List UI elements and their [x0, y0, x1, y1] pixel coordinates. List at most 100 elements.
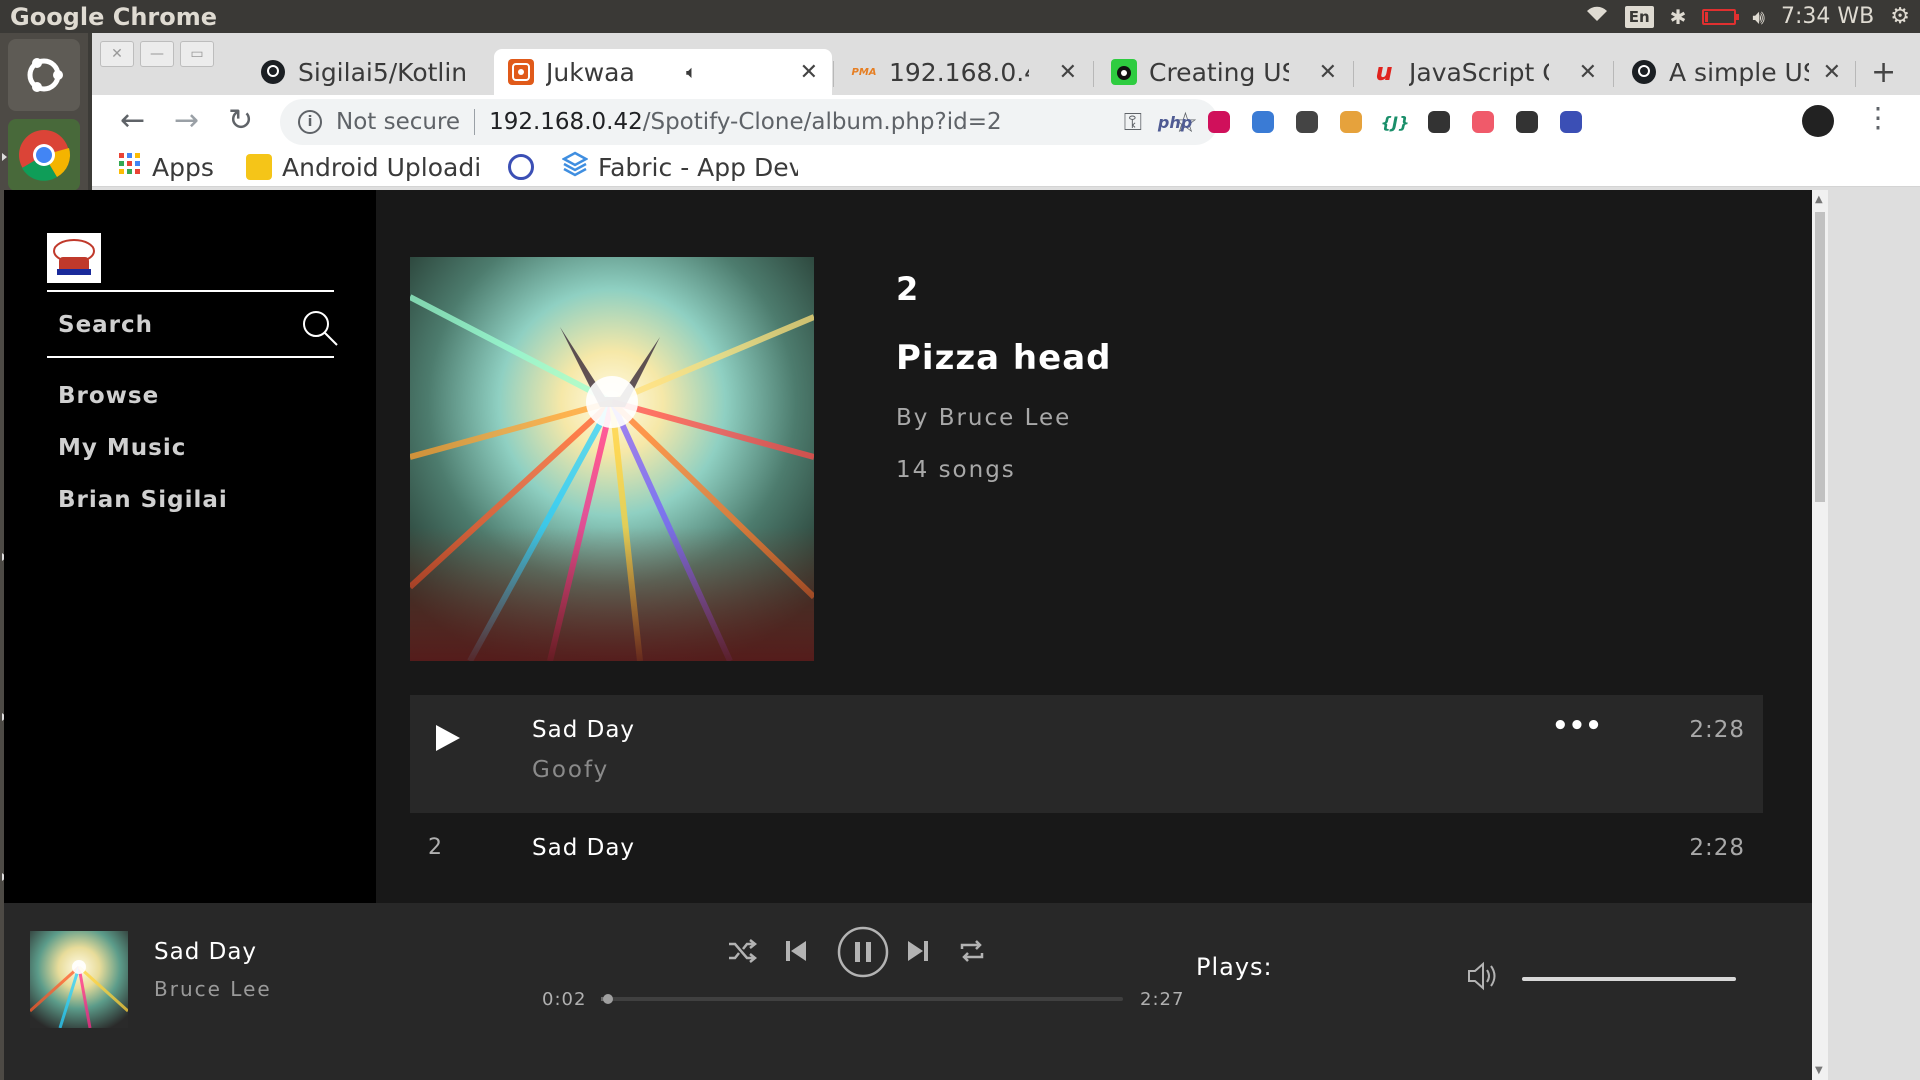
search-icon[interactable] — [300, 308, 340, 352]
scrollbar-thumb[interactable] — [1815, 212, 1825, 502]
shuffle-icon[interactable] — [726, 935, 758, 967]
audio-playing-icon[interactable]: 🔈︎ — [686, 62, 697, 83]
creating-icon — [1111, 59, 1137, 85]
settings-gear-icon[interactable]: ⚙ — [1890, 4, 1910, 29]
volume-icon[interactable] — [1466, 959, 1500, 997]
chrome-menu-icon[interactable]: ⋮ — [1864, 101, 1892, 134]
next-track-icon[interactable] — [904, 935, 932, 967]
window-maximize-button[interactable]: ▭ — [180, 41, 214, 67]
now-playing-title[interactable]: Sad Day — [154, 939, 257, 965]
search-link[interactable]: Search — [58, 312, 153, 338]
track-duration: 2:28 — [1689, 717, 1745, 743]
apps-bookmark[interactable]: Apps — [118, 151, 228, 183]
fabric-layers-icon — [562, 151, 589, 183]
close-icon[interactable]: ✕ — [1319, 60, 1337, 85]
album-title: Pizza head — [896, 338, 1112, 378]
scroll-down-icon[interactable]: ▼ — [1815, 1065, 1823, 1076]
profile-avatar[interactable] — [1802, 105, 1834, 137]
page-scrollbar[interactable]: ▲ ▼ — [1812, 190, 1828, 1080]
fabric-bookmark[interactable]: Fabric - App Dev — [562, 151, 798, 183]
php-extension-icon[interactable]: php — [1158, 107, 1192, 137]
tab-separator — [1855, 61, 1856, 87]
track-options-button[interactable]: ••• — [1552, 711, 1602, 741]
tab-separator — [1613, 61, 1614, 87]
clapper-extension-icon[interactable] — [1512, 107, 1542, 137]
close-icon[interactable]: ✕ — [1823, 60, 1841, 85]
robot-extension-icon[interactable] — [1556, 107, 1586, 137]
bookmark-label: Fabric - App Dev — [598, 152, 798, 182]
tab-title: 192.168.0.42 — [889, 57, 1029, 87]
window-close-button[interactable]: ✕ — [100, 41, 134, 67]
track-artist[interactable]: Goofy — [532, 757, 609, 783]
json-extension-icon[interactable]: {J} — [1380, 107, 1410, 137]
bluetooth-icon[interactable]: ✱ — [1670, 5, 1687, 29]
now-playing-artwork[interactable] — [30, 931, 128, 1028]
wifi-icon[interactable] — [1585, 4, 1609, 29]
scroll-up-icon[interactable]: ▲ — [1815, 194, 1823, 205]
nav-browse[interactable]: Browse — [58, 383, 159, 409]
address-bar[interactable]: i Not secure 192.168.0.42/Spotify-Clone/… — [280, 99, 1218, 145]
previous-track-icon[interactable] — [782, 935, 810, 967]
key-icon[interactable]: ⚿ — [1124, 108, 1142, 136]
android-upload-bookmark[interactable]: Android Uploadi — [246, 151, 482, 183]
volume-slider[interactable] — [1522, 977, 1736, 981]
play-track-icon[interactable] — [432, 723, 462, 757]
now-playing-artist[interactable]: Bruce Lee — [154, 977, 272, 1001]
jukwaa-logo[interactable] — [47, 233, 101, 283]
forward-icon[interactable]: → — [174, 103, 199, 138]
crop-extension-icon[interactable] — [1292, 107, 1322, 137]
window-minimize-button[interactable]: — — [140, 41, 174, 67]
reload-icon[interactable]: ↻ — [228, 103, 253, 138]
nav-user-profile[interactable]: Brian Sigilai — [58, 487, 228, 513]
close-icon[interactable]: ✕ — [1579, 60, 1597, 85]
tab-simple-uss[interactable]: A simple USS ✕ — [1617, 49, 1855, 95]
omnibox-separator — [474, 109, 476, 135]
image-extension-icon[interactable] — [1336, 107, 1366, 137]
progress-bar[interactable] — [601, 994, 1123, 1004]
volume-fill — [1522, 977, 1736, 981]
tab-phpmyadmin[interactable]: PMA 192.168.0.42 ✕ — [837, 49, 1091, 95]
new-tab-button[interactable]: + — [1871, 55, 1896, 90]
url-path: /Spotify-Clone/album.php?id=2 — [642, 109, 1002, 135]
record-extension-icon[interactable] — [1204, 107, 1234, 137]
browser-toolbar: ← → ↻ i Not secure 192.168.0.42/Spotify-… — [92, 95, 1920, 147]
colorpick-extension-glyph — [1252, 111, 1274, 133]
album-artist[interactable]: By Bruce Lee — [896, 405, 1071, 431]
play-extension-icon[interactable] — [1468, 107, 1498, 137]
track-duration: 2:28 — [1689, 835, 1745, 861]
phpmyadmin-icon: PMA — [851, 66, 877, 78]
colorpick-extension-icon[interactable] — [1248, 107, 1278, 137]
clock[interactable]: 7:34 WB — [1781, 4, 1874, 29]
tab-strip: ✕ — ▭ Sigilai5/Kotlin ✕ Jukwaa 🔈︎ ✕ PMA … — [92, 33, 1920, 95]
tab-javascript[interactable]: u JavaScript C ✕ — [1357, 49, 1611, 95]
url-host: 192.168.0.42 — [489, 109, 643, 135]
progress-handle[interactable] — [603, 994, 614, 1004]
running-indicator — [2, 153, 7, 161]
close-icon[interactable]: ✕ — [800, 60, 818, 85]
robot-bookmark[interactable] — [508, 151, 538, 183]
clapper-extension-glyph — [1516, 111, 1538, 133]
song-count: 14 songs — [896, 457, 1016, 483]
ubuntu-dash-icon[interactable] — [8, 39, 80, 111]
volume-tray-icon[interactable]: 🔊︎ — [1752, 5, 1765, 29]
now-playing-bar: Sad Day Bruce Lee 0:02 2:27 Plays: — [4, 903, 1812, 1080]
pause-button[interactable] — [836, 925, 890, 979]
nav-my-music[interactable]: My Music — [58, 435, 186, 461]
back-icon[interactable]: ← — [120, 103, 145, 138]
chrome-icon[interactable] — [2, 119, 80, 191]
tab-creating-uss[interactable]: Creating USS ✕ — [1097, 49, 1351, 95]
track-row[interactable]: Sad Day Goofy ••• 2:28 — [410, 695, 1763, 813]
battery-icon[interactable] — [1702, 8, 1740, 25]
tab-title: Creating USS — [1149, 57, 1289, 87]
info-icon[interactable]: i — [298, 110, 322, 134]
tab-separator — [833, 61, 834, 87]
security-label[interactable]: Not secure — [336, 109, 460, 135]
plays-label: Plays: — [1196, 953, 1273, 981]
close-icon[interactable]: ✕ — [1059, 60, 1077, 85]
keyboard-layout-indicator[interactable]: En — [1624, 5, 1654, 28]
tab-separator — [1353, 61, 1354, 87]
tab-jukwaa[interactable]: Jukwaa 🔈︎ ✕ — [494, 49, 832, 95]
repeat-icon[interactable] — [956, 935, 988, 967]
openai-extension-icon[interactable] — [1424, 107, 1454, 137]
time-elapsed: 0:02 — [542, 989, 587, 1010]
